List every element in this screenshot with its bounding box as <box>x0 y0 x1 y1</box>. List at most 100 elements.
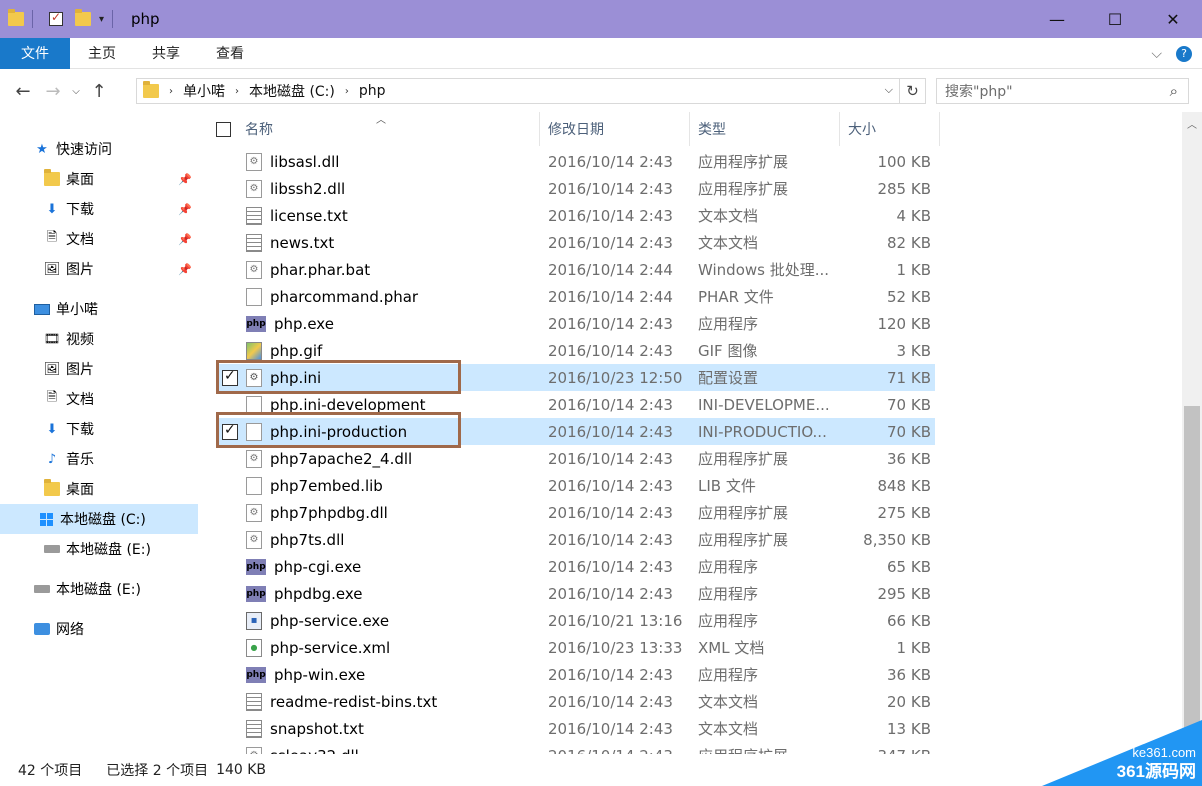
vertical-scrollbar[interactable]: ︿ <box>1182 112 1202 754</box>
breadcrumb-drive[interactable]: 本地磁盘 (C:) <box>249 81 335 101</box>
sidebar-item-videos[interactable]: 🎞 视频 <box>0 324 198 354</box>
file-name: php.ini-development <box>270 395 426 414</box>
new-folder-icon[interactable] <box>75 9 91 26</box>
file-row[interactable]: license.txt 2016/10/14 2:43 文本文档 4 KB <box>216 202 935 229</box>
tab-share[interactable]: 共享 <box>134 38 198 69</box>
file-row[interactable]: pharcommand.phar 2016/10/14 2:44 PHAR 文件 52… <box>216 283 935 310</box>
video-icon: 🎞 <box>43 331 61 347</box>
file-row[interactable]: php-service.exe 2016/10/21 13:16 应用程序 66 KB <box>216 607 935 634</box>
chevron-right-icon[interactable]: › <box>345 86 349 97</box>
sidebar-item-documents[interactable]: 🗎 文档 📌 <box>0 224 198 254</box>
sidebar-item-label: 网络 <box>56 622 84 638</box>
sidebar-item-this-pc[interactable]: 单小喏 <box>0 294 198 324</box>
file-date: 2016/10/14 2:43 <box>548 206 673 225</box>
file-date: 2016/10/14 2:44 <box>548 287 673 306</box>
sidebar-item-documents-pc[interactable]: 🗎 文档 <box>0 384 198 414</box>
sidebar-item-label: 本地磁盘 (E:) <box>66 542 151 558</box>
file-type: INI-PRODUCTIO... <box>698 422 827 441</box>
file-row[interactable]: php7ts.dll 2016/10/14 2:43 应用程序扩展 8,350 KB <box>216 526 935 553</box>
file-size: 8,350 KB <box>863 530 931 549</box>
minimize-button[interactable]: — <box>1028 0 1086 38</box>
file-date: 2016/10/14 2:43 <box>548 503 673 522</box>
sidebar-item-drive-e[interactable]: 本地磁盘 (E:) <box>0 534 198 564</box>
pin-icon[interactable]: 📌 <box>178 233 192 246</box>
file-type: 应用程序扩展 <box>698 531 789 549</box>
sidebar-item-network[interactable]: 网络 <box>0 614 198 644</box>
search-icon[interactable]: ⌕ <box>1170 82 1178 100</box>
doc-file-icon <box>246 476 262 495</box>
select-all-checkbox[interactable] <box>216 121 231 137</box>
sidebar-item-pictures[interactable]: 🖼 图片 📌 <box>0 254 198 284</box>
highlight-box-php-ini-production <box>216 412 461 448</box>
tab-home[interactable]: 主页 <box>70 38 134 69</box>
properties-icon[interactable] <box>49 10 63 26</box>
column-type[interactable]: 类型 <box>690 112 840 146</box>
sidebar-item-drive-c[interactable]: 本地磁盘 (C:) <box>0 504 198 534</box>
sidebar-item-quick-access[interactable]: ★ 快速访问 <box>0 134 198 164</box>
sidebar-item-music[interactable]: ♪ 音乐 <box>0 444 198 474</box>
dll-file-icon <box>246 746 262 754</box>
file-row[interactable]: php phpdbg.exe 2016/10/14 2:43 应用程序 295 KB <box>216 580 935 607</box>
file-row[interactable]: news.txt 2016/10/14 2:43 文本文档 82 KB <box>216 229 935 256</box>
search-input[interactable]: 搜索"php" ⌕ <box>936 78 1189 104</box>
maximize-button[interactable]: ☐ <box>1086 0 1144 38</box>
file-date: 2016/10/14 2:43 <box>548 692 673 711</box>
scroll-up-icon[interactable]: ︿ <box>1182 116 1202 131</box>
file-row[interactable]: php7apache2_4.dll 2016/10/14 2:43 应用程序扩展 36… <box>216 445 935 472</box>
sidebar-item-pictures-pc[interactable]: 🖼 图片 <box>0 354 198 384</box>
file-row[interactable]: php php-win.exe 2016/10/14 2:43 应用程序 36 KB <box>216 661 935 688</box>
file-name: phar.phar.bat <box>270 260 371 279</box>
txt-file-icon <box>246 206 262 225</box>
up-button[interactable]: ↑ <box>84 81 114 102</box>
help-icon[interactable]: ? <box>1176 45 1192 62</box>
column-name[interactable]: 名称 ︿ <box>200 112 540 146</box>
expand-ribbon-icon[interactable]: ⌵ <box>1151 46 1162 62</box>
column-date[interactable]: 修改日期 <box>540 112 690 146</box>
file-row[interactable]: php7embed.lib 2016/10/14 2:43 LIB 文件 848 KB <box>216 472 935 499</box>
tab-view[interactable]: 查看 <box>198 38 262 69</box>
chevron-down-icon[interactable]: ⌵ <box>885 83 893 97</box>
refresh-icon[interactable]: ↻ <box>899 79 925 103</box>
scrollbar-thumb[interactable] <box>1184 406 1200 752</box>
tab-file[interactable]: 文件 <box>0 37 70 69</box>
file-date: 2016/10/14 2:43 <box>548 314 673 333</box>
divider <box>32 10 33 28</box>
pin-icon[interactable]: 📌 <box>178 263 192 276</box>
sidebar-item-downloads-pc[interactable]: ⬇ 下载 <box>0 414 198 444</box>
back-button[interactable]: ← <box>8 81 38 102</box>
title-bar: ▾ php — ☐ ✕ <box>0 0 1202 38</box>
forward-button[interactable]: → <box>38 81 68 102</box>
pin-icon[interactable]: 📌 <box>178 173 192 186</box>
sidebar-item-downloads[interactable]: ⬇ 下载 📌 <box>0 194 198 224</box>
customize-toolbar-icon[interactable]: ▾ <box>99 14 104 25</box>
close-button[interactable]: ✕ <box>1144 0 1202 38</box>
chevron-right-icon[interactable]: › <box>235 86 239 97</box>
file-type: Windows 批处理... <box>698 261 830 279</box>
file-row[interactable]: libssh2.dll 2016/10/14 2:43 应用程序扩展 285 KB <box>216 175 935 202</box>
file-row[interactable]: php-service.xml 2016/10/23 13:33 XML 文档 1 K… <box>216 634 935 661</box>
navigation-pane: ★ 快速访问 桌面 📌 ⬇ 下载 📌 🗎 文档 📌 🖼 图片 📌 单小喏 🎞 视… <box>0 112 198 754</box>
file-row[interactable]: ssleay32.dll2016/10/14 2:43 应用程序扩展 347 KB <box>216 742 935 754</box>
address-bar[interactable]: › 单小喏 › 本地磁盘 (C:) › php ⌵ ↻ <box>136 78 926 104</box>
breadcrumb-pc[interactable]: 单小喏 <box>183 81 225 101</box>
file-row[interactable]: snapshot.txt 2016/10/14 2:43 文本文档 13 KB <box>216 715 935 742</box>
sidebar-item-desktop-pc[interactable]: 桌面 <box>0 474 198 504</box>
file-row[interactable]: php php.exe 2016/10/14 2:43 应用程序 120 KB <box>216 310 935 337</box>
sidebar-item-desktop[interactable]: 桌面 📌 <box>0 164 198 194</box>
file-row[interactable]: phar.phar.bat 2016/10/14 2:44 Windows 批处理.… <box>216 256 935 283</box>
file-name: php-win.exe <box>274 665 366 684</box>
file-date: 2016/10/14 2:43 <box>548 665 673 684</box>
recent-locations-icon[interactable]: ⌵ <box>68 86 84 97</box>
pin-icon[interactable]: 📌 <box>178 203 192 216</box>
breadcrumb-folder[interactable]: php <box>359 83 386 99</box>
file-row[interactable]: readme-redist-bins.txt 2016/10/14 2:43 文本文… <box>216 688 935 715</box>
file-row[interactable]: php7phpdbg.dll 2016/10/14 2:43 应用程序扩展 275 K… <box>216 499 935 526</box>
file-name: php7embed.lib <box>270 476 383 495</box>
file-row[interactable]: libsasl.dll 2016/10/14 2:43 应用程序扩展 100 KB <box>216 148 935 175</box>
column-size[interactable]: 大小 <box>840 112 940 146</box>
file-date: 2016/10/21 13:16 <box>548 611 683 630</box>
sidebar-item-drive-e-root[interactable]: 本地磁盘 (E:) <box>0 574 198 604</box>
dll-file-icon <box>246 152 262 171</box>
file-row[interactable]: php php-cgi.exe 2016/10/14 2:43 应用程序 65 KB <box>216 553 935 580</box>
chevron-right-icon[interactable]: › <box>169 86 173 97</box>
